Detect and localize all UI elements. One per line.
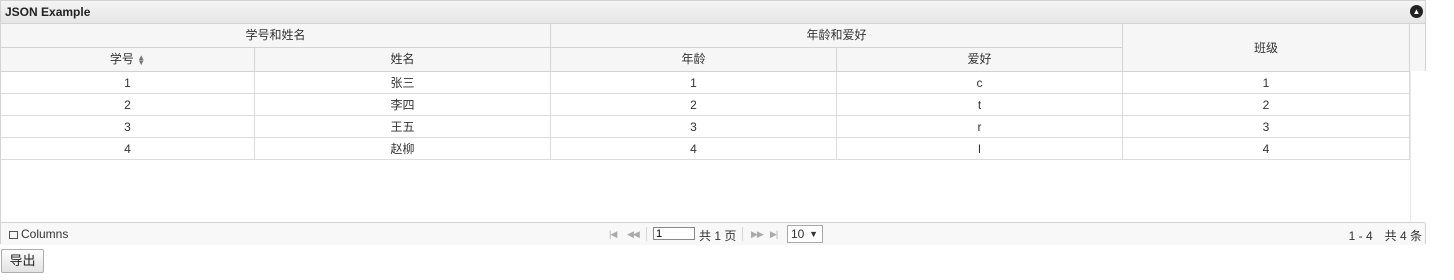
cell-class: 4 [1123, 138, 1410, 160]
column-header-class[interactable]: 班级 [1123, 24, 1410, 72]
cell-class: 1 [1123, 72, 1410, 94]
cell-id: 2 [1, 94, 255, 116]
export-button[interactable]: 导出 [1, 249, 44, 273]
cell-class: 3 [1123, 116, 1410, 138]
group-header-id-name: 学号和姓名 [1, 24, 551, 48]
columns-button[interactable]: Columns [9, 227, 68, 241]
cell-id: 3 [1, 116, 255, 138]
grid-title: JSON Example [5, 5, 91, 19]
vertical-scrollbar[interactable] [1410, 71, 1426, 223]
column-header-hobby-label: 爱好 [967, 52, 992, 66]
column-header-age[interactable]: 年龄 [551, 48, 837, 72]
page-number-input[interactable] [653, 227, 695, 240]
header-scroll-spacer [1410, 24, 1425, 72]
first-page-icon[interactable]: |◀ [609, 229, 617, 240]
cell-class: 2 [1123, 94, 1410, 116]
sort-icon[interactable]: ▲ ▼ [137, 53, 145, 66]
last-page-icon[interactable]: ▶| [770, 229, 778, 240]
pager-separator [742, 227, 743, 241]
prev-page-icon[interactable]: ◀◀ [627, 229, 640, 240]
group-header-age-hobby: 年龄和爱好 [551, 24, 1123, 48]
column-header-name-label: 姓名 [390, 52, 415, 66]
cell-age: 3 [551, 116, 837, 138]
cell-name: 张三 [255, 72, 551, 94]
cell-name: 李四 [255, 94, 551, 116]
collapse-icon[interactable]: ▲ [1410, 5, 1423, 18]
pager-separator [646, 227, 647, 241]
grid-title-bar: JSON Example ▲ [1, 1, 1425, 24]
column-header-age-label: 年龄 [681, 52, 706, 66]
grid-header: 学号和姓名 年龄和爱好 班级 学号 ▲ ▼ 姓名 年龄 爱好 [1, 24, 1425, 72]
cell-age: 2 [551, 94, 837, 116]
cell-name: 王五 [255, 116, 551, 138]
record-summary: 1 - 4 共 4 条 [1348, 229, 1422, 243]
rows-per-page-value: 10 [791, 227, 805, 241]
cell-hobby: t [837, 94, 1123, 116]
cell-hobby: r [837, 116, 1123, 138]
dropdown-arrow-icon: ▼ [809, 229, 818, 239]
columns-icon [9, 230, 18, 239]
cell-id: 1 [1, 72, 255, 94]
cell-hobby: c [837, 72, 1123, 94]
cell-id: 4 [1, 138, 255, 160]
cell-hobby: l [837, 138, 1123, 160]
total-pages-label: 共 1 页 [699, 229, 737, 243]
next-page-icon[interactable]: ▶▶ [751, 229, 764, 240]
rows-per-page-select[interactable]: 10 ▼ [787, 225, 823, 243]
cell-name: 赵柳 [255, 138, 551, 160]
columns-label: Columns [21, 227, 69, 241]
cell-age: 1 [551, 72, 837, 94]
column-header-id[interactable]: 学号 ▲ ▼ [1, 48, 255, 72]
column-header-id-label: 学号 [109, 52, 134, 66]
json-example-grid: JSON Example ▲ 学号和姓名 年龄和爱好 班级 学号 ▲ ▼ 姓名 年… [0, 0, 1426, 245]
pager-bar: Columns |◀ ◀◀ 共 1 页 ▶▶ ▶| 10 ▼ 1 - 4 共 4… [1, 222, 1425, 245]
column-header-class-label: 班级 [1253, 41, 1278, 55]
column-header-name[interactable]: 姓名 [255, 48, 551, 72]
cell-age: 4 [551, 138, 837, 160]
column-header-hobby[interactable]: 爱好 [837, 48, 1123, 72]
